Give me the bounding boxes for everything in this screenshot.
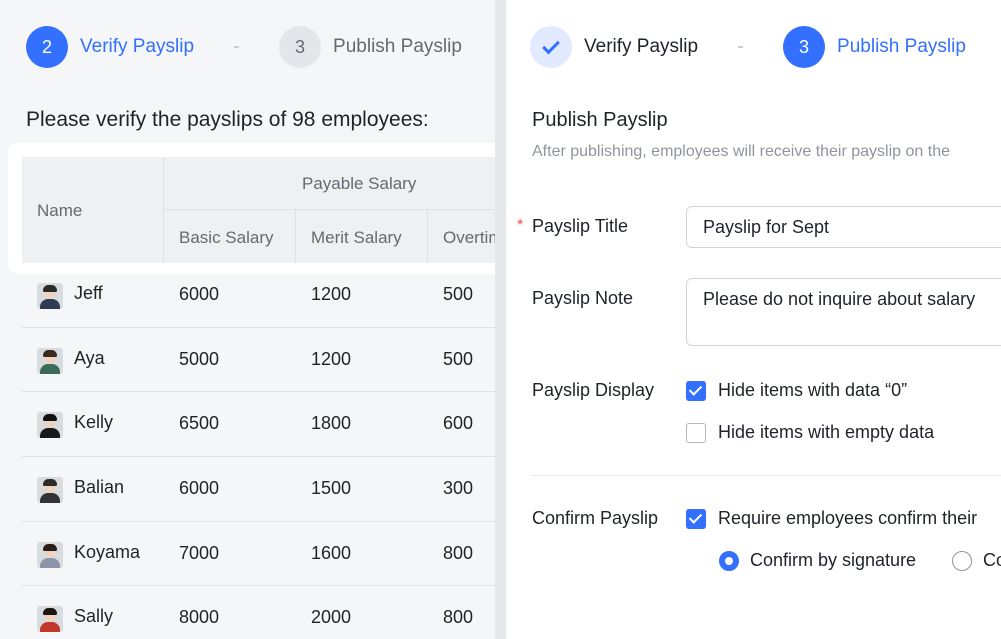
step-2-label: Verify Payslip — [584, 36, 699, 57]
hide-zero-checkbox[interactable] — [686, 381, 706, 401]
avatar — [37, 347, 63, 374]
confirm-alt-radio[interactable] — [952, 551, 972, 571]
hide-zero-label: Hide items with data “0” — [718, 380, 908, 400]
employee-name: Balian — [74, 477, 125, 498]
table-header: Name Payable Salary Basic Salary Merit S… — [22, 157, 495, 263]
table-row[interactable]: Aya 5000 1200 500 — [22, 328, 495, 393]
step-3-indicator: 3 — [783, 26, 826, 68]
section-divider — [532, 475, 1001, 476]
panel-divider — [495, 0, 506, 639]
merit-salary-cell: 1800 — [311, 413, 352, 434]
merit-salary-cell: 2000 — [311, 607, 352, 628]
table-row[interactable]: Balian 6000 1500 300 — [22, 457, 495, 522]
avatar — [37, 412, 63, 439]
header-divider — [163, 209, 495, 210]
avatar — [37, 606, 63, 633]
confirm-by-signature-radio[interactable] — [719, 551, 739, 571]
step-3-label: Publish Payslip — [837, 36, 966, 57]
payslip-title-input[interactable]: Payslip for Sept — [686, 206, 1001, 248]
require-confirm-label: Require employees confirm their — [718, 508, 978, 528]
publish-panel: Verify Payslip 3 Publish Payslip Publish… — [506, 0, 1001, 639]
overtime-cell: 600 — [443, 413, 474, 434]
merit-salary-cell: 1200 — [311, 348, 352, 369]
step-2-label: Verify Payslip — [80, 36, 195, 57]
employee-table-body: Jeff 6000 1200 500 Aya 5000 1200 500 Kel… — [22, 263, 495, 639]
basic-salary-cell: 7000 — [179, 542, 220, 563]
check-icon — [542, 36, 560, 54]
overtime-cell: 500 — [443, 284, 474, 304]
merit-salary-cell: 1600 — [311, 542, 352, 563]
column-header-merit-salary: Merit Salary — [311, 228, 402, 247]
required-asterisk: * — [517, 217, 524, 234]
step-2-indicator: 2 — [26, 26, 68, 68]
merit-salary-cell: 1200 — [311, 284, 352, 304]
employee-name: Kelly — [74, 412, 114, 433]
stepper: 2 Verify Payslip 3 Publish Payslip — [26, 26, 462, 68]
overtime-cell: 800 — [443, 607, 474, 628]
verify-heading: Please verify the payslips of 98 employe… — [26, 108, 429, 131]
employee-name: Aya — [74, 347, 105, 368]
step-separator — [738, 46, 744, 48]
payslip-note-textarea[interactable]: Please do not inquire about salary — [686, 278, 1001, 346]
hide-empty-checkbox[interactable] — [686, 423, 706, 443]
step-3-indicator: 3 — [279, 26, 322, 68]
verify-panel: 2 Verify Payslip 3 Publish Payslip Pleas… — [0, 0, 495, 639]
avatar — [37, 283, 63, 309]
table-row[interactable]: Kelly 6500 1800 600 — [22, 392, 495, 458]
payslip-display-label: Payslip Display — [532, 380, 655, 400]
basic-salary-cell: 6000 — [179, 478, 220, 499]
payslip-title-label: Payslip Title — [532, 216, 629, 236]
avatar — [37, 541, 63, 568]
table-row[interactable]: Koyama 7000 1600 800 — [22, 522, 495, 587]
section-description: After publishing, employees will receive… — [532, 143, 950, 160]
section-title: Publish Payslip — [532, 109, 668, 131]
overtime-cell: 300 — [443, 478, 474, 499]
step-separator — [234, 46, 240, 48]
confirm-alt-label: Co — [983, 550, 1001, 570]
avatar — [37, 477, 63, 504]
basic-salary-cell: 8000 — [179, 607, 220, 628]
employee-name: Sally — [74, 606, 114, 627]
column-header-basic-salary: Basic Salary — [179, 228, 274, 247]
basic-salary-cell: 6500 — [179, 413, 220, 434]
overtime-cell: 800 — [443, 542, 474, 563]
basic-salary-cell: 6000 — [179, 284, 220, 304]
employee-name: Jeff — [74, 283, 103, 303]
hide-empty-label: Hide items with empty data — [718, 422, 935, 442]
stepper: Verify Payslip 3 Publish Payslip — [530, 26, 966, 68]
header-divider — [295, 209, 296, 263]
header-divider — [163, 157, 164, 263]
column-header-name: Name — [37, 201, 83, 220]
column-header-overtime: Overtime — [443, 228, 495, 247]
merit-salary-cell: 1500 — [311, 478, 352, 499]
overtime-cell: 500 — [443, 348, 474, 369]
table-row[interactable]: Jeff 6000 1200 500 — [22, 263, 495, 328]
require-confirm-checkbox[interactable] — [686, 509, 706, 529]
employee-name: Koyama — [74, 541, 141, 562]
header-divider — [427, 209, 428, 263]
payslip-note-label: Payslip Note — [532, 288, 634, 308]
basic-salary-cell: 5000 — [179, 348, 220, 369]
step-3-label: Publish Payslip — [333, 36, 462, 57]
confirm-by-signature-label: Confirm by signature — [750, 550, 917, 570]
column-group-payable-salary: Payable Salary — [302, 174, 417, 193]
step-2-done-indicator — [530, 26, 572, 68]
table-row[interactable]: Sally 8000 2000 800 — [22, 586, 495, 639]
confirm-payslip-label: Confirm Payslip — [532, 508, 659, 528]
